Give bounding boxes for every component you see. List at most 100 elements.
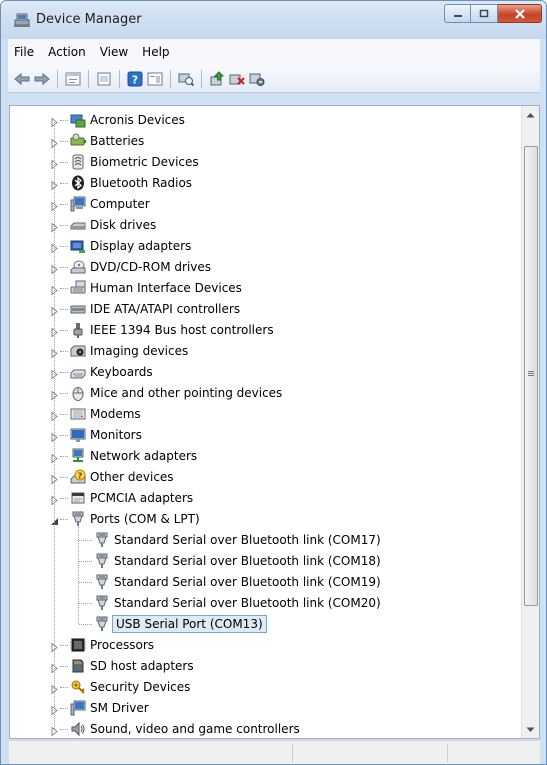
tree-node-label: IEEE 1394 Bus host controllers bbox=[90, 323, 274, 337]
tree-node-keyboards[interactable]: Keyboards bbox=[10, 362, 522, 383]
vertical-scrollbar[interactable] bbox=[521, 106, 539, 738]
port-icon bbox=[94, 574, 110, 590]
tree-node-label: Standard Serial over Bluetooth link (COM… bbox=[114, 575, 381, 589]
menu-view[interactable]: View bbox=[93, 45, 135, 59]
show-hidden-button[interactable] bbox=[94, 69, 114, 89]
svg-text:?: ? bbox=[132, 73, 138, 86]
menu-help[interactable]: Help bbox=[135, 45, 176, 59]
sound-icon bbox=[70, 721, 86, 737]
tree-node-other-devices[interactable]: ? Other devices bbox=[10, 467, 522, 488]
tree-node-security-devices[interactable]: Security Devices bbox=[10, 677, 522, 698]
chevron-up-icon bbox=[526, 112, 535, 117]
display-adapter-icon bbox=[70, 238, 86, 254]
tree-node-standard-serial-over-bluetooth-link-com18[interactable]: Standard Serial over Bluetooth link (COM… bbox=[10, 551, 522, 572]
help-button[interactable]: ? bbox=[125, 69, 145, 89]
tree-node-label: PCMCIA adapters bbox=[90, 491, 194, 505]
tree-node-monitors[interactable]: Monitors bbox=[10, 425, 522, 446]
menu-file[interactable]: File bbox=[8, 45, 41, 59]
uninstall-button[interactable] bbox=[227, 69, 247, 89]
tree-node-standard-serial-over-bluetooth-link-com17[interactable]: Standard Serial over Bluetooth link (COM… bbox=[10, 530, 522, 551]
menu-action[interactable]: Action bbox=[41, 45, 93, 59]
tree-node-label: Standard Serial over Bluetooth link (COM… bbox=[114, 533, 381, 547]
tree-node-acronis-devices[interactable]: Acronis Devices bbox=[10, 110, 522, 131]
ide-controller-icon bbox=[70, 301, 86, 317]
dvd-drive-icon bbox=[70, 259, 86, 275]
biometric-icon bbox=[70, 154, 86, 170]
toolbar-separator bbox=[57, 69, 58, 88]
tree-node-sm-driver[interactable]: SM Driver bbox=[10, 698, 522, 719]
tree-node-label: Network adapters bbox=[90, 449, 198, 463]
tree-node-sound-video-and-game-controllers[interactable]: Sound, video and game controllers bbox=[10, 719, 522, 738]
unknown-device-icon: ? bbox=[70, 469, 86, 485]
toolbar-separator bbox=[119, 69, 120, 88]
tree-node-processors[interactable]: Processors bbox=[10, 635, 522, 656]
toolbar: ? bbox=[8, 65, 540, 93]
toolbar-separator bbox=[201, 69, 202, 88]
update-driver-button[interactable] bbox=[207, 69, 227, 89]
scrollbar-thumb[interactable] bbox=[524, 146, 538, 606]
imaging-device-icon bbox=[70, 343, 86, 359]
close-button[interactable] bbox=[498, 4, 542, 23]
tree-node-computer[interactable]: Computer bbox=[10, 194, 522, 215]
monitor-icon bbox=[70, 427, 86, 443]
battery-icon bbox=[70, 133, 86, 149]
forward-icon bbox=[34, 72, 50, 85]
maximize-button[interactable] bbox=[471, 4, 498, 23]
scroll-up-button[interactable] bbox=[522, 106, 539, 123]
disable-button[interactable] bbox=[247, 69, 267, 89]
tree-node-batteries[interactable]: Batteries bbox=[10, 131, 522, 152]
security-device-icon bbox=[70, 679, 86, 695]
help-icon: ? bbox=[127, 71, 143, 86]
tree-node-label: Security Devices bbox=[90, 680, 191, 694]
tree-node-dvd-cd-rom-drives[interactable]: DVD/CD-ROM drives bbox=[10, 257, 522, 278]
tree-node-modems[interactable]: Modems bbox=[10, 404, 522, 425]
back-button[interactable] bbox=[12, 69, 32, 89]
tree-node-label: Disk drives bbox=[90, 218, 157, 232]
status-separator bbox=[292, 744, 293, 762]
sd-host-icon bbox=[70, 658, 86, 674]
tree-node-label: Biometric Devices bbox=[90, 155, 199, 169]
tree-node-label: USB Serial Port (COM13) bbox=[112, 615, 267, 633]
tree-node-label: DVD/CD-ROM drives bbox=[90, 260, 212, 274]
tree-node-imaging-devices[interactable]: Imaging devices bbox=[10, 341, 522, 362]
tree-guide-line bbox=[78, 527, 80, 624]
tree-node-disk-drives[interactable]: Disk drives bbox=[10, 215, 522, 236]
title-bar[interactable]: Device Manager bbox=[1, 1, 546, 39]
tree-node-ports-com-lpt[interactable]: Ports (COM & LPT) bbox=[10, 509, 522, 530]
properties-button[interactable] bbox=[63, 69, 83, 89]
forward-button[interactable] bbox=[32, 69, 52, 89]
ieee1394-icon bbox=[70, 322, 86, 338]
tree-node-standard-serial-over-bluetooth-link-com20[interactable]: Standard Serial over Bluetooth link (COM… bbox=[10, 593, 522, 614]
scan-hardware-button[interactable] bbox=[176, 69, 196, 89]
tree-node-network-adapters[interactable]: Network adapters bbox=[10, 446, 522, 467]
tree-node-label: Mice and other pointing devices bbox=[90, 386, 283, 400]
tree-node-label: IDE ATA/ATAPI controllers bbox=[90, 302, 241, 316]
action-pane-button[interactable] bbox=[145, 69, 165, 89]
tree-node-label: Sound, video and game controllers bbox=[90, 722, 300, 736]
tree-node-sd-host-adapters[interactable]: SD host adapters bbox=[10, 656, 522, 677]
tree-node-display-adapters[interactable]: Display adapters bbox=[10, 236, 522, 257]
tree-node-label: Processors bbox=[90, 638, 155, 652]
tree-node-label: Standard Serial over Bluetooth link (COM… bbox=[114, 554, 381, 568]
tree-node-usb-serial-port-com13[interactable]: USB Serial Port (COM13) bbox=[10, 614, 522, 635]
tree-node-mice-and-other-pointing-devices[interactable]: Mice and other pointing devices bbox=[10, 383, 522, 404]
bluetooth-icon bbox=[70, 175, 86, 191]
device-tree[interactable]: Acronis Devices Batteries Biometric Device… bbox=[9, 105, 540, 739]
minimize-button[interactable] bbox=[444, 4, 471, 23]
tree-node-ieee-1394-bus-host-controllers[interactable]: IEEE 1394 Bus host controllers bbox=[10, 320, 522, 341]
tree-node-label: Acronis Devices bbox=[90, 113, 185, 127]
tree-node-pcmcia-adapters[interactable]: PCMCIA adapters bbox=[10, 488, 522, 509]
acronis-icon bbox=[70, 112, 86, 128]
tree-node-bluetooth-radios[interactable]: Bluetooth Radios bbox=[10, 173, 522, 194]
device-tree-list: Acronis Devices Batteries Biometric Device… bbox=[10, 110, 522, 738]
tree-node-standard-serial-over-bluetooth-link-com19[interactable]: Standard Serial over Bluetooth link (COM… bbox=[10, 572, 522, 593]
tree-node-label: SM Driver bbox=[90, 701, 149, 715]
scroll-down-button[interactable] bbox=[522, 721, 539, 738]
device-manager-window: Device Manager File Action View Help ? A… bbox=[0, 0, 547, 765]
close-icon bbox=[514, 8, 525, 19]
toolbar-separator bbox=[170, 69, 171, 88]
tree-node-label: SD host adapters bbox=[90, 659, 194, 673]
tree-node-human-interface-devices[interactable]: Human Interface Devices bbox=[10, 278, 522, 299]
tree-node-ide-ata-atapi-controllers[interactable]: IDE ATA/ATAPI controllers bbox=[10, 299, 522, 320]
tree-node-biometric-devices[interactable]: Biometric Devices bbox=[10, 152, 522, 173]
